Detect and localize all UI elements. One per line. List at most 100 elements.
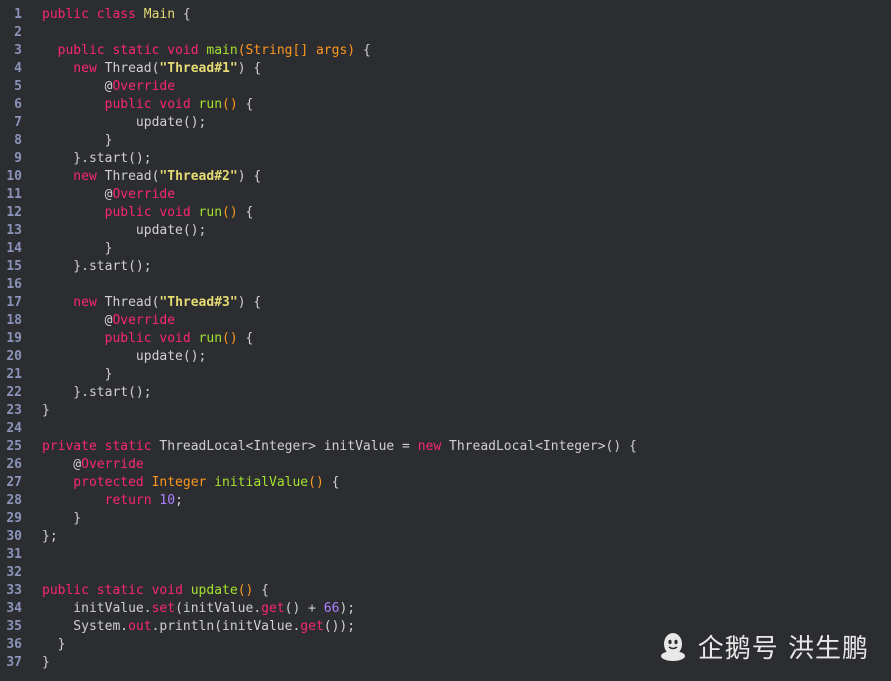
code-line[interactable]: 20 update(); [0, 348, 891, 366]
line-number: 2 [14, 25, 22, 40]
code-text: } [22, 132, 113, 150]
code-line[interactable]: 19 public void run() { [0, 330, 891, 348]
code-token: } [42, 403, 50, 418]
code-token: public [42, 331, 160, 346]
code-line[interactable]: 28 return 10; [0, 492, 891, 510]
code-token: public [42, 43, 113, 58]
code-line[interactable]: 26 @Override [0, 456, 891, 474]
code-line[interactable]: 6 public void run() { [0, 96, 891, 114]
line-number: 23 [6, 403, 22, 418]
code-text: } [22, 654, 50, 672]
code-line[interactable]: 17 new Thread("Thread#3") { [0, 294, 891, 312]
line-number: 14 [6, 241, 22, 256]
code-token: .println(initValue. [151, 619, 301, 634]
code-token: update(); [42, 349, 207, 364]
code-token: () [308, 475, 324, 490]
code-line[interactable]: 4 new Thread("Thread#1") { [0, 60, 891, 78]
code-token: static [112, 43, 168, 58]
code-token: () [222, 331, 238, 346]
line-number: 1 [14, 7, 22, 22]
code-token: run [198, 331, 223, 346]
line-number: 19 [6, 331, 22, 346]
code-token: new [42, 61, 105, 76]
code-token: args [315, 43, 348, 58]
code-token: void [167, 43, 207, 58]
code-token: public [42, 7, 97, 22]
code-line[interactable]: 23} [0, 402, 891, 420]
code-editor[interactable]: 1 public class Main {2 3 public static voi… [0, 6, 891, 672]
code-token: Integer [151, 475, 215, 490]
code-token: } [42, 367, 113, 382]
line-number: 8 [14, 133, 22, 148]
code-line[interactable]: 8 } [0, 132, 891, 150]
code-token: 66 [323, 601, 340, 616]
code-token: () [222, 97, 238, 112]
code-line[interactable]: 1 public class Main { [0, 6, 891, 24]
code-token: }.start(); [42, 385, 152, 400]
code-line[interactable]: 30}; [0, 528, 891, 546]
code-line[interactable]: 27 protected Integer initialValue() { [0, 474, 891, 492]
code-line[interactable]: 31 [0, 546, 891, 564]
code-line[interactable]: 15 }.start(); [0, 258, 891, 276]
code-text: protected Integer initialValue() { [22, 474, 339, 492]
code-line[interactable]: 25 private static ThreadLocal<Integer> in… [0, 438, 891, 456]
code-line[interactable]: 14 } [0, 240, 891, 258]
code-token: get [261, 601, 285, 616]
code-line[interactable]: 29 } [0, 510, 891, 528]
line-number: 35 [6, 619, 22, 634]
code-text: public void run() { [22, 204, 254, 222]
code-line[interactable]: 11 @Override [0, 186, 891, 204]
code-line[interactable]: 32 [0, 564, 891, 582]
code-text: }; [22, 528, 58, 546]
code-line[interactable]: 10 new Thread("Thread#2") { [0, 168, 891, 186]
code-token: () [237, 583, 254, 598]
code-line[interactable]: 22 }.start(); [0, 384, 891, 402]
line-number: 12 [6, 205, 22, 220]
code-token: "Thread#2" [159, 169, 238, 184]
code-text: } [22, 510, 81, 528]
code-token: }; [42, 529, 58, 544]
line-number: 30 [6, 529, 22, 544]
code-line[interactable]: 34 initValue.set(initValue.get() + 66); [0, 600, 891, 618]
line-number: 9 [14, 151, 22, 166]
code-text: @Override [22, 186, 175, 204]
code-token: Main [143, 7, 176, 22]
code-line[interactable]: 13 update(); [0, 222, 891, 240]
code-token: new [42, 295, 105, 310]
code-text: return 10; [22, 492, 183, 510]
code-line[interactable]: 7 update(); [0, 114, 891, 132]
code-token: { [237, 331, 254, 346]
code-line[interactable]: 24 [0, 420, 891, 438]
code-text: System.out.println(initValue.get()); [22, 618, 355, 636]
code-line[interactable]: 2 [0, 24, 891, 42]
code-text: new Thread("Thread#3") { [22, 294, 261, 312]
code-text: public class Main { [22, 6, 191, 24]
code-token: out [128, 619, 152, 634]
line-number: 3 [14, 43, 22, 58]
penguin-logo-icon [660, 632, 685, 661]
line-number: 27 [6, 475, 22, 490]
code-line[interactable]: 9 }.start(); [0, 150, 891, 168]
code-text: @Override [22, 78, 175, 96]
code-line[interactable]: 33 public static void update() { [0, 582, 891, 600]
code-text: new Thread("Thread#1") { [22, 60, 261, 78]
line-number: 25 [6, 439, 22, 454]
code-line[interactable]: 18 @Override [0, 312, 891, 330]
code-line[interactable]: 16 [0, 276, 891, 294]
code-text: public static void main(String[] args) { [22, 42, 371, 60]
code-line[interactable]: 12 public void run() { [0, 204, 891, 222]
code-token: new [42, 169, 105, 184]
code-text: } [22, 636, 66, 654]
line-number: 37 [6, 655, 22, 670]
code-token: "Thread#1" [159, 61, 238, 76]
line-number: 6 [14, 97, 22, 112]
code-token: void [159, 331, 199, 346]
code-line[interactable]: 5 @Override [0, 78, 891, 96]
code-token: ) { [237, 295, 262, 310]
code-token: get [300, 619, 324, 634]
line-number: 4 [14, 61, 22, 76]
line-number: 28 [6, 493, 22, 508]
code-line[interactable]: 21 } [0, 366, 891, 384]
code-line[interactable]: 3 public static void main(String[] args)… [0, 42, 891, 60]
